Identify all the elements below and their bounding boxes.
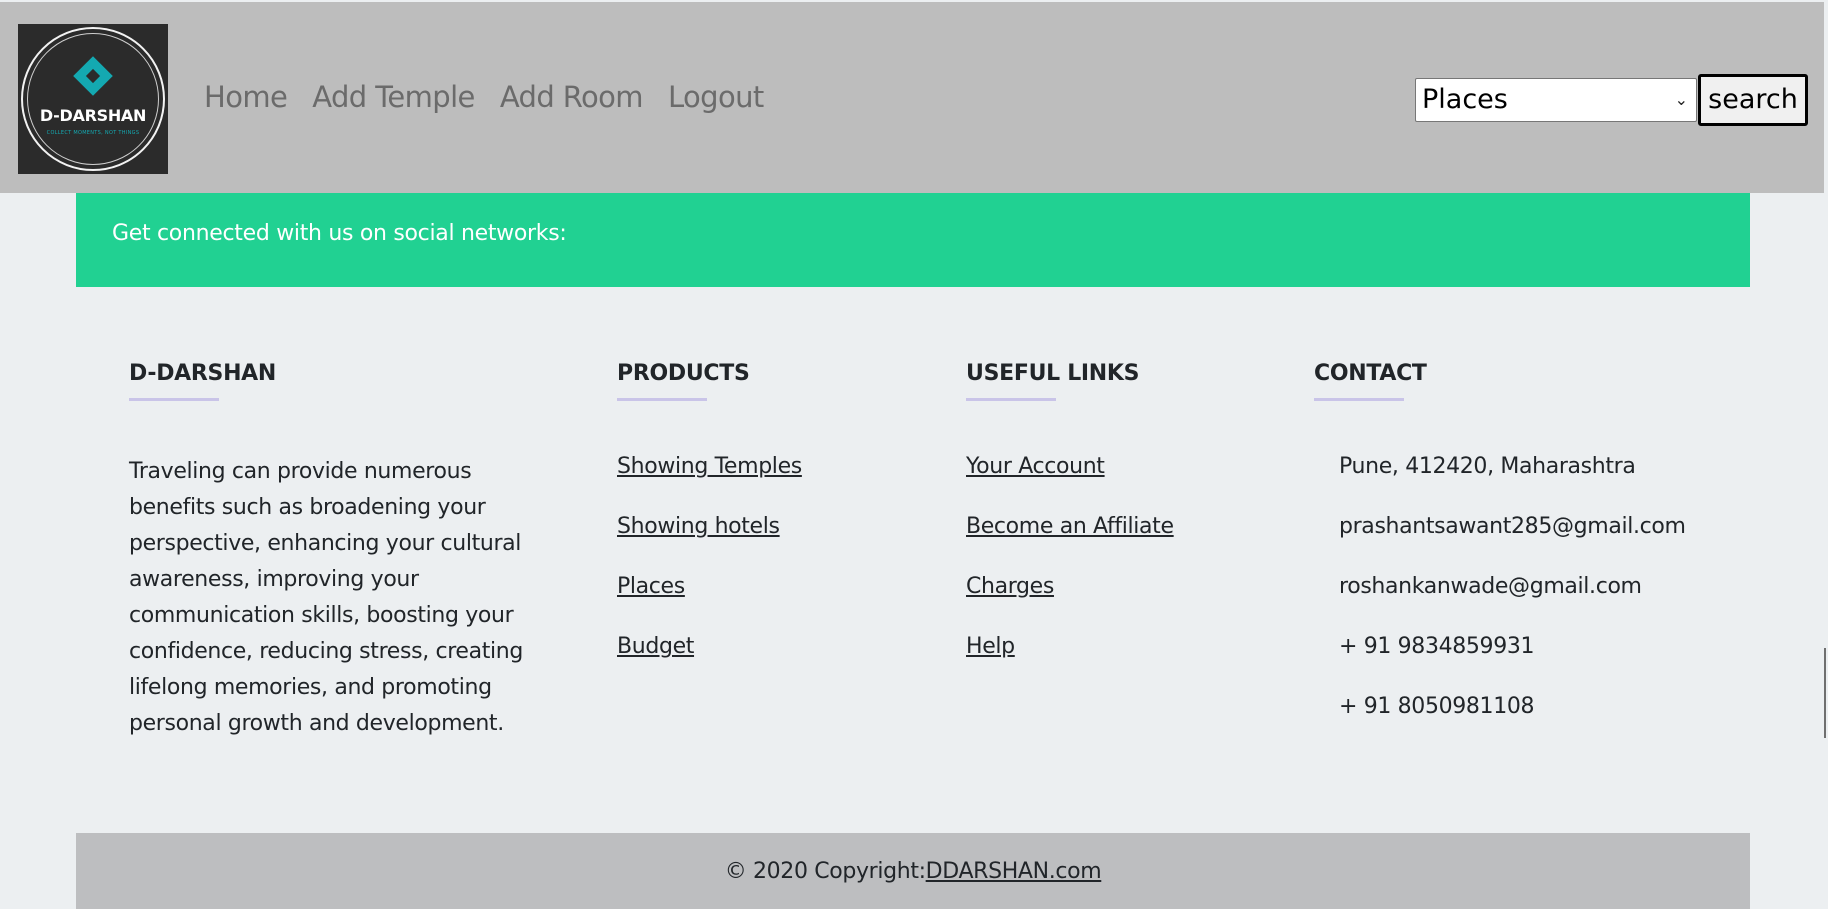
footer-about-text: Traveling can provide numerous benefits … [129, 459, 523, 736]
scrollbar-thumb[interactable] [1824, 648, 1826, 738]
logo-title: D-DARSHAN [39, 106, 147, 125]
logo-inner-ring [27, 33, 159, 165]
copyright-text: © 2020 Copyright: [724, 859, 926, 884]
divider [966, 398, 1056, 401]
footer-col-products: PRODUCTS Showing Temples Showing hotels … [617, 361, 802, 694]
divider [617, 398, 707, 401]
chevron-down-icon: ⌄ [1674, 90, 1688, 109]
contact-email: roshankanwade@gmail.com [1339, 574, 1642, 599]
footer-useful-links-title: USEFUL LINKS [966, 361, 1140, 386]
site-logo[interactable]: D-DARSHAN COLLECT MOMENTS, NOT THINGS [18, 24, 168, 174]
logo-tagline: COLLECT MOMENTS, NOT THINGS [46, 130, 140, 136]
footer-link-budget[interactable]: Budget [617, 634, 802, 694]
copyright-line: © 2020 Copyright:DDARSHAN.com [76, 859, 1750, 884]
copyright-bar: © 2020 Copyright:DDARSHAN.com [76, 833, 1750, 909]
footer-col-about: D-DARSHAN Traveling can provide numerous… [129, 361, 529, 742]
footer-link-showing-temples[interactable]: Showing Temples [617, 454, 802, 514]
social-banner-text: Get connected with us on social networks… [112, 221, 567, 246]
social-banner: Get connected with us on social networks… [76, 193, 1750, 287]
footer-link-showing-hotels[interactable]: Showing hotels [617, 514, 802, 574]
footer-link-charges[interactable]: Charges [966, 574, 1174, 634]
top-navbar: D-DARSHAN COLLECT MOMENTS, NOT THINGS Ho… [0, 2, 1824, 193]
search-select-value: Places [1422, 84, 1508, 115]
search-category-select[interactable]: Places ⌄ [1415, 78, 1697, 122]
footer-col-contact: CONTACT Pune, 412420, Maharashtra prasha… [1314, 361, 1686, 754]
footer-products-title: PRODUCTS [617, 361, 750, 386]
nav-link-add-room[interactable]: Add Room [500, 80, 644, 114]
contact-phone: + 91 9834859931 [1339, 634, 1535, 659]
contact-address: Pune, 412420, Maharashtra [1339, 454, 1636, 479]
footer-content: D-DARSHAN Traveling can provide numerous… [76, 287, 1750, 833]
footer-link-your-account[interactable]: Your Account [966, 454, 1174, 514]
contact-email: prashantsawant285@gmail.com [1339, 514, 1686, 539]
divider [129, 398, 219, 401]
search-button[interactable]: search [1698, 74, 1808, 126]
nav-link-home[interactable]: Home [204, 80, 288, 114]
divider [1314, 398, 1404, 401]
nav-links: Home Add Temple Add Room Logout [204, 80, 764, 114]
copyright-site-link[interactable]: DDARSHAN.com [926, 859, 1102, 884]
footer-contact-title: CONTACT [1314, 361, 1427, 386]
nav-link-logout[interactable]: Logout [668, 80, 764, 114]
footer-col-useful-links: USEFUL LINKS Your Account Become an Affi… [966, 361, 1174, 694]
footer-link-become-affiliate[interactable]: Become an Affiliate [966, 514, 1174, 574]
footer-link-places[interactable]: Places [617, 574, 802, 634]
footer-about-title: D-DARSHAN [129, 361, 277, 386]
contact-phone: + 91 8050981108 [1339, 694, 1535, 719]
nav-link-add-temple[interactable]: Add Temple [312, 80, 475, 114]
footer-link-help[interactable]: Help [966, 634, 1174, 694]
